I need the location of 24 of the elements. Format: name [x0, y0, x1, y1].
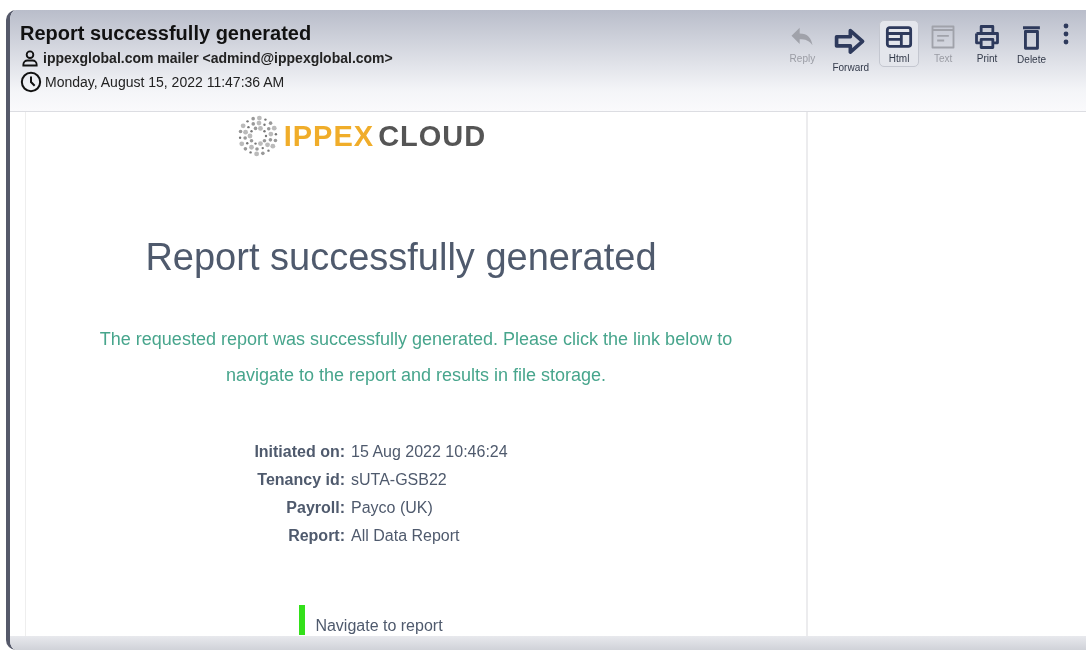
logo-product: CLOUD — [378, 119, 487, 153]
forward-button[interactable]: Forward — [826, 20, 876, 76]
person-icon — [20, 48, 40, 68]
logo-brand: IPPEX — [283, 119, 375, 153]
detail-label: Tenancy id: — [256, 471, 346, 489]
print-button[interactable]: Print — [967, 20, 1008, 67]
more-icon — [1062, 23, 1070, 45]
layout-icon — [885, 23, 914, 51]
message-date: Monday, August 15, 2022 11:47:36 AM — [45, 74, 285, 90]
detail-value: Payco (UK) — [351, 499, 434, 517]
message-subject: Report successfully generated — [20, 22, 313, 45]
detail-label: Report: — [287, 527, 346, 545]
detail-label: Payroll: — [285, 499, 346, 517]
printer-icon — [973, 23, 1002, 51]
report-message: The requested report was successfully generated. Please click the link below to navigate to the report and results in file storage. — [98, 328, 734, 387]
html-button[interactable]: Html — [879, 20, 920, 67]
delete-button[interactable]: Delete — [1011, 20, 1052, 68]
clock-icon — [20, 71, 42, 93]
detail-value: 15 Aug 2022 10:46:24 — [351, 443, 508, 461]
detail-value: sUTA-GSB22 — [351, 471, 448, 489]
sender: ippexglobal.com mailer <admind@ippexglobal.com> — [43, 50, 393, 66]
report-title: Report successfully generated — [145, 236, 657, 279]
detail-value: All Data Report — [351, 527, 461, 545]
detail-label: Initiated on: — [254, 443, 346, 461]
